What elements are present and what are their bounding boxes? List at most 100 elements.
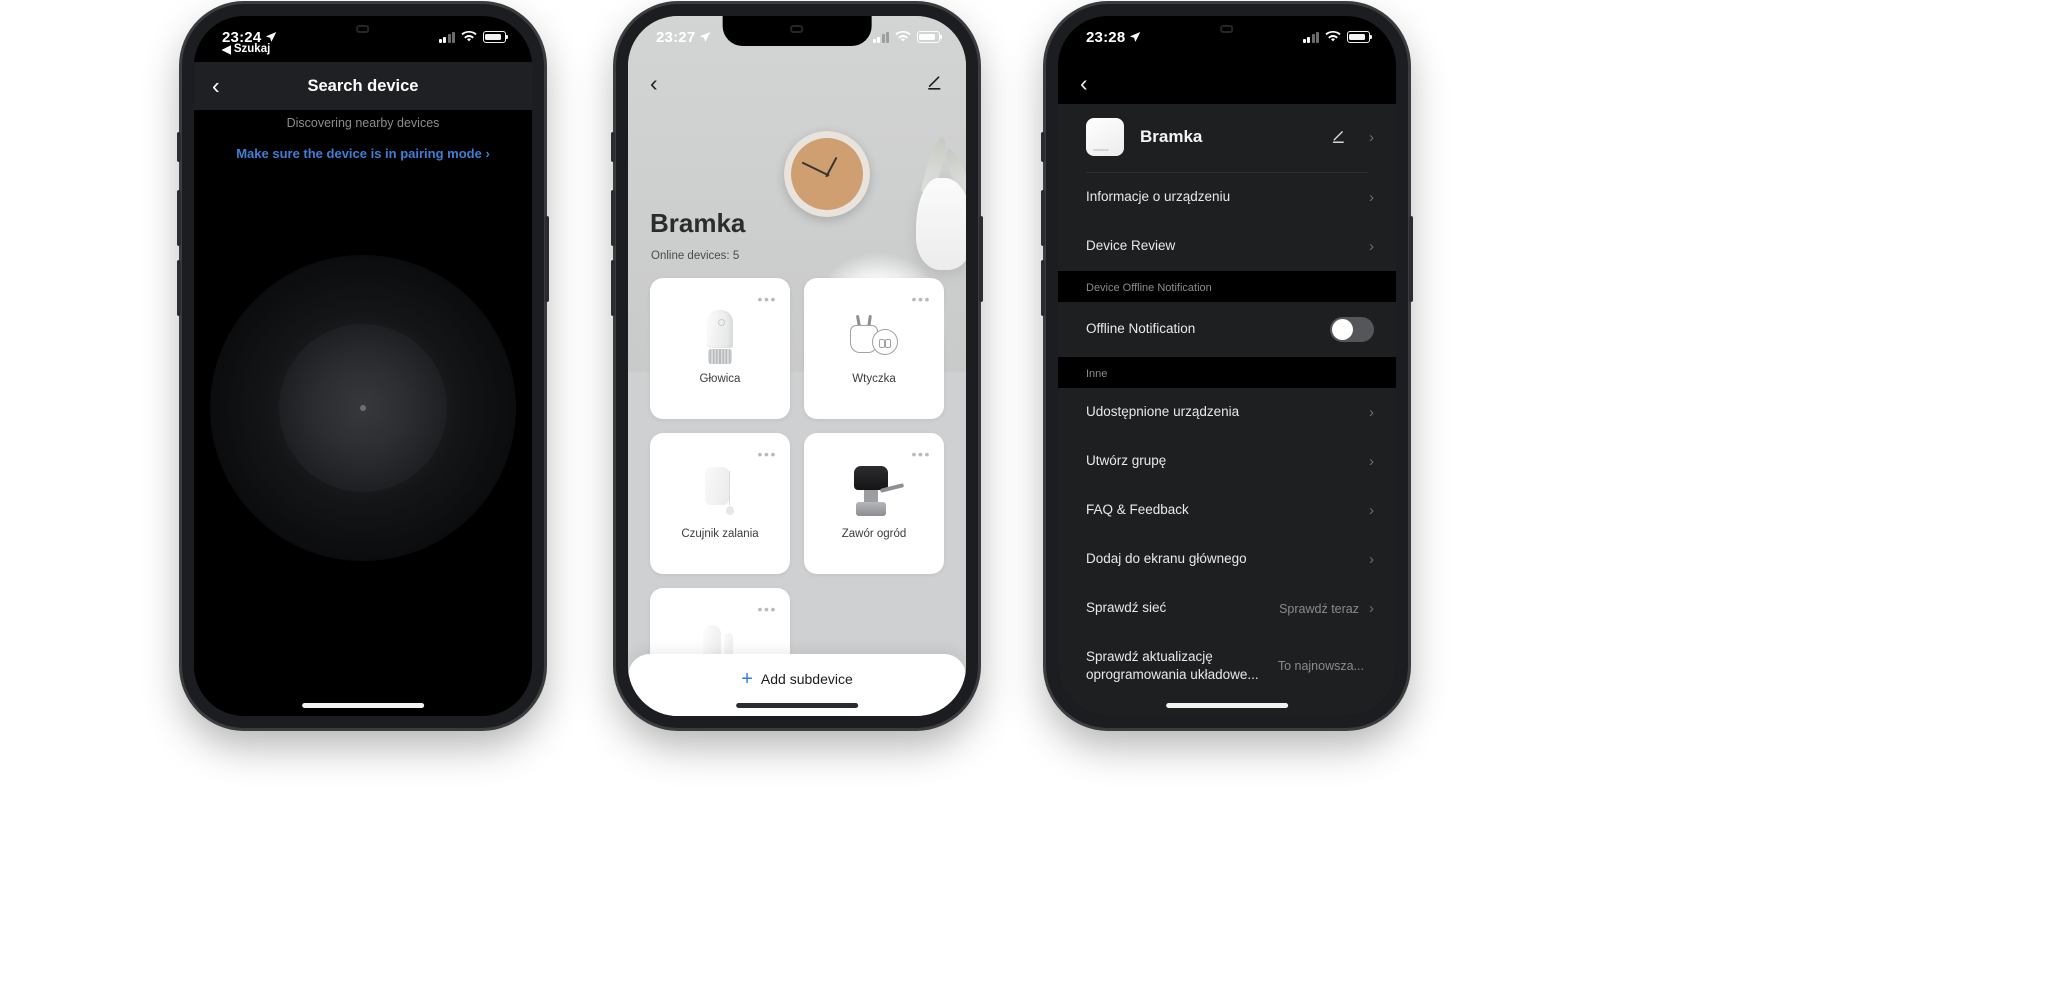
device-card-label: Wtyczka (852, 373, 896, 385)
volume-up-button[interactable] (1041, 190, 1045, 246)
mute-switch[interactable] (611, 132, 615, 162)
row-label: Udostępnione urządzenia (1086, 404, 1240, 420)
home-indicator[interactable] (302, 703, 424, 708)
mute-switch[interactable] (177, 132, 181, 162)
row-label: FAQ & Feedback (1086, 502, 1189, 518)
water-leak-sensor-icon (699, 463, 741, 521)
back-to-app-chip[interactable]: ◀ Szukaj (222, 42, 270, 56)
power-button[interactable] (1409, 216, 1413, 302)
phone2-screen: 23:27 ‹ Bramka Online devices: 5 ••• Gło… (628, 16, 966, 716)
offline-notification-group: Offline Notification (1058, 302, 1396, 357)
device-card-label: Czujnik zalania (681, 528, 759, 540)
pairing-mode-link[interactable]: Make sure the device is in pairing mode … (194, 146, 532, 161)
pencil-icon[interactable] (926, 74, 944, 92)
row-label: Offline Notification (1086, 321, 1196, 337)
back-button[interactable]: ‹ (1080, 71, 1088, 95)
row-shared-devices[interactable]: Udostępnione urządzenia › (1058, 388, 1396, 437)
row-offline-notification[interactable]: Offline Notification (1058, 302, 1396, 357)
row-add-to-home-screen[interactable]: Dodaj do ekranu głównego › (1058, 535, 1396, 584)
home-indicator[interactable] (736, 703, 858, 708)
row-label: Dodaj do ekranu głównego (1086, 551, 1247, 567)
device-header-row[interactable]: Bramka › (1058, 104, 1396, 172)
volume-up-button[interactable] (611, 190, 615, 246)
row-faq-feedback[interactable]: FAQ & Feedback › (1058, 486, 1396, 535)
row-label: Informacje o urządzeniu (1086, 189, 1231, 205)
wifi-icon (461, 31, 477, 42)
device-card[interactable]: ••• Czujnik zalania (650, 433, 790, 574)
row-device-info[interactable]: Informacje o urządzeniu › (1058, 173, 1396, 222)
screenshot-stage: 23:24 ◀ Szukaj ‹ Search device Discoveri… (0, 0, 2048, 997)
phone-gateway-dashboard: 23:27 ‹ Bramka Online devices: 5 ••• Gło… (611, 4, 983, 728)
battery-icon (1347, 31, 1373, 43)
volume-down-button[interactable] (177, 260, 181, 316)
phone2-navbar: ‹ (628, 62, 966, 104)
pencil-icon[interactable] (1331, 129, 1347, 145)
card-menu-button[interactable]: ••• (911, 447, 931, 461)
notch (288, 16, 438, 46)
row-device-review[interactable]: Device Review › (1058, 222, 1396, 271)
card-menu-button[interactable]: ••• (911, 292, 931, 306)
volume-up-button[interactable] (177, 190, 181, 246)
battery-icon (483, 31, 509, 43)
chevron-right-icon: › (1369, 551, 1374, 568)
chevron-right-icon: › (1369, 189, 1374, 206)
row-create-group[interactable]: Utwórz grupę › (1058, 437, 1396, 486)
back-to-app-label: Szukaj (233, 43, 271, 55)
cellular-signal-icon (438, 31, 455, 43)
card-menu-button[interactable]: ••• (757, 602, 777, 616)
section-header-other: Inne (1058, 357, 1396, 388)
card-menu-button[interactable]: ••• (757, 447, 777, 461)
phone-device-settings: 23:28 ‹ Bramka › Informacje o urządzeniu… (1041, 4, 1413, 728)
location-arrow-icon (1130, 32, 1141, 42)
front-camera-icon (1220, 25, 1234, 33)
device-card[interactable]: ••• Wtyczka (804, 278, 944, 419)
thermostat-head-icon (705, 308, 735, 366)
add-subdevice-button[interactable]: + Add subdevice (741, 669, 853, 689)
phone-search-device: 23:24 ◀ Szukaj ‹ Search device Discoveri… (177, 4, 549, 728)
power-button[interactable] (545, 216, 549, 302)
phone3-screen: 23:28 ‹ Bramka › Informacje o urządzeniu… (1058, 16, 1396, 716)
chevron-right-icon: › (1369, 600, 1374, 617)
back-button[interactable]: ‹ (650, 71, 658, 95)
status-indicators (438, 31, 509, 43)
row-label: Sprawdź aktualizację oprogramowania ukła… (1086, 649, 1259, 683)
row-check-network[interactable]: Sprawdź sieć Sprawdź teraz › (1058, 584, 1396, 633)
volume-down-button[interactable] (1041, 260, 1045, 316)
status-indicators (1302, 31, 1373, 43)
row-value: Sprawdź teraz (1279, 601, 1359, 616)
radar-center-dot (360, 405, 366, 411)
settings-list: Bramka › Informacje o urządzeniu › Devic… (1058, 104, 1396, 716)
plus-icon: + (741, 668, 753, 690)
subdevice-grid: ••• Głowica ••• Wtyczka ••• Czujnik zala… (628, 278, 966, 716)
row-label: Device Review (1086, 238, 1176, 254)
status-time: 23:28 (1086, 28, 1126, 46)
radar-scan-animation (210, 255, 516, 561)
chevron-right-icon: › (1369, 453, 1374, 470)
device-name: Bramka (1140, 127, 1203, 146)
card-menu-button[interactable]: ••• (757, 292, 777, 306)
device-card-label: Zawór ogród (841, 528, 907, 540)
page-title: Search device (307, 76, 419, 95)
row-label: Utwórz grupę (1086, 453, 1167, 469)
mute-switch[interactable] (1041, 132, 1045, 162)
front-camera-icon (356, 25, 370, 33)
cellular-signal-icon (1302, 31, 1319, 43)
garden-valve-icon (844, 463, 905, 521)
device-card[interactable]: ••• Głowica (650, 278, 790, 419)
power-button[interactable] (979, 216, 983, 302)
row-firmware-update[interactable]: Sprawdź aktualizację oprogramowania ukła… (1058, 633, 1396, 699)
offline-notification-toggle[interactable] (1330, 317, 1374, 342)
chevron-right-icon: › (1369, 502, 1374, 519)
online-devices-count: Online devices: 5 (651, 250, 740, 262)
row-label: Replace a damaged gateway (1086, 715, 1369, 717)
back-button[interactable]: ‹ (212, 74, 220, 98)
home-indicator[interactable] (1166, 703, 1288, 708)
volume-down-button[interactable] (611, 260, 615, 316)
discovering-status-text: Discovering nearby devices (286, 116, 440, 130)
device-card-label: Głowica (699, 373, 741, 385)
device-card[interactable]: ••• Zawór ogród (804, 433, 944, 574)
device-header-group: Bramka › Informacje o urządzeniu › Devic… (1058, 104, 1396, 271)
chevron-right-icon: › (1369, 404, 1374, 421)
notch (1152, 16, 1302, 46)
chevron-right-icon: › (1369, 128, 1374, 146)
